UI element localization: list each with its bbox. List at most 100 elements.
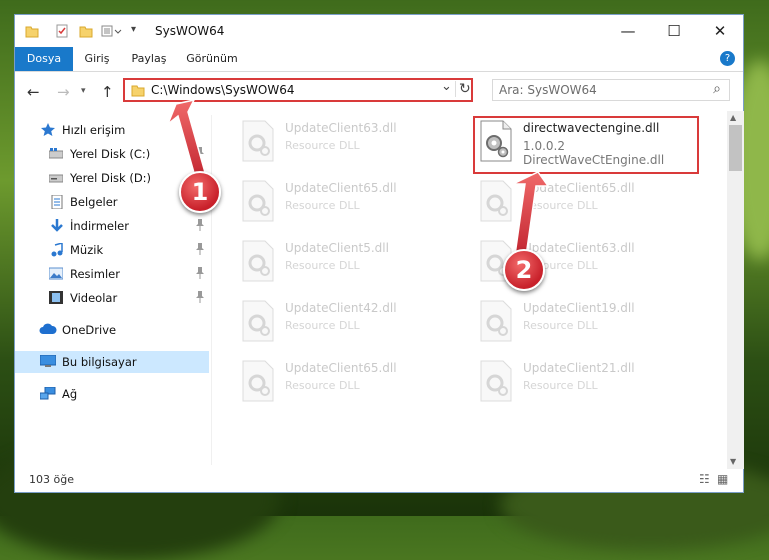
folder-icon — [25, 24, 39, 40]
file-name: UpdateClient65.dll — [285, 181, 397, 195]
highlight-box — [473, 116, 699, 174]
up-button[interactable]: ↑ — [101, 83, 114, 101]
dll-file-icon — [477, 299, 515, 343]
address-bar[interactable]: C:\Windows\SysWOW64 ⌄ ↻ — [123, 78, 473, 102]
close-button[interactable]: ✕ — [697, 15, 743, 47]
dll-file-icon — [239, 179, 277, 223]
ribbon-tabs: Dosya Giriş Paylaş Görünüm ? — [15, 47, 743, 72]
sidebar-item-network[interactable]: Ağ — [15, 383, 209, 405]
pin-icon — [195, 147, 205, 162]
file-item[interactable]: UpdateClient65.dll Resource DLL — [477, 179, 697, 229]
pin-icon — [195, 291, 205, 306]
recent-dropdown-icon[interactable]: ▾ — [81, 86, 86, 96]
window-title: SysWOW64 — [155, 24, 225, 38]
file-item[interactable]: UpdateClient19.dll Resource DLL — [477, 299, 697, 349]
file-type: Resource DLL — [285, 199, 360, 212]
sidebar-item-label: Belgeler — [70, 195, 118, 209]
videos-icon — [49, 291, 63, 304]
drive-icon — [48, 147, 64, 160]
search-box[interactable]: Ara: SysWOW64 ⌕ — [492, 79, 730, 101]
file-type: Resource DLL — [285, 319, 360, 332]
forward-button[interactable]: → — [57, 83, 70, 101]
file-name: UpdateClient63.dll — [523, 241, 635, 255]
sidebar-item-indirmeler[interactable]: İndirmeler — [15, 215, 209, 237]
minimize-button[interactable]: — — [605, 15, 651, 47]
sidebar-item-label: Yerel Disk (C:) — [70, 147, 151, 161]
sidebar-item-label: İndirmeler — [70, 219, 129, 233]
tab-dosya[interactable]: Dosya — [15, 47, 73, 71]
vertical-scrollbar[interactable]: ▲ ▼ — [727, 111, 744, 469]
tab-gorunum[interactable]: Görünüm — [177, 47, 247, 71]
sidebar-item-resimler[interactable]: Resimler — [15, 263, 209, 285]
file-type: Resource DLL — [285, 379, 360, 392]
maximize-button[interactable]: ☐ — [651, 15, 697, 47]
music-icon — [51, 242, 65, 257]
file-type: Resource DLL — [285, 139, 360, 152]
pane-divider[interactable] — [211, 115, 212, 465]
search-icon[interactable]: ⌕ — [713, 81, 721, 97]
sidebar-item-label: Hızlı erişim — [62, 123, 126, 137]
dll-file-icon — [239, 299, 277, 343]
dll-file-icon — [239, 359, 277, 403]
scroll-thumb[interactable] — [729, 125, 742, 171]
navigation-pane: Hızlı erişim Yerel Disk (C:) Yerel Disk … — [15, 115, 211, 465]
sidebar-item-muzik[interactable]: Müzik — [15, 239, 209, 261]
cloud-icon — [39, 323, 57, 336]
search-input[interactable]: Ara: SysWOW64 — [499, 83, 597, 97]
file-name: UpdateClient21.dll — [523, 361, 635, 375]
documents-icon — [51, 194, 65, 210]
computer-icon — [39, 354, 57, 368]
dll-file-icon — [239, 239, 277, 283]
title-bar: ▾ SysWOW64 — ☐ ✕ — [15, 15, 743, 47]
sidebar-item-label: Yerel Disk (D:) — [70, 171, 152, 185]
annotation-badge-2: 2 — [503, 249, 545, 291]
sidebar-item-onedrive[interactable]: OneDrive — [15, 319, 209, 341]
item-count: 103 öğe — [29, 473, 74, 486]
file-name: UpdateClient65.dll — [285, 361, 397, 375]
dll-file-icon — [477, 359, 515, 403]
pin-icon — [195, 219, 205, 234]
address-dropdown-button[interactable]: ⌄ — [441, 79, 452, 94]
large-icons-view-icon[interactable]: ▦ — [717, 472, 728, 486]
folder-icon — [131, 83, 145, 100]
pictures-icon — [48, 267, 64, 280]
sidebar-item-label: Resimler — [70, 267, 120, 281]
file-type: Resource DLL — [285, 259, 360, 272]
file-item[interactable]: UpdateClient5.dll Resource DLL — [239, 239, 459, 289]
new-folder-icon[interactable] — [79, 24, 93, 40]
qat-dropdown-icon[interactable]: ▾ — [131, 24, 136, 40]
sidebar-item-label: Videolar — [70, 291, 118, 305]
sidebar-item-quick-access[interactable]: Hızlı erişim — [15, 119, 209, 141]
sidebar-item-label: Ağ — [62, 387, 78, 401]
file-name: UpdateClient19.dll — [523, 301, 635, 315]
tab-paylas[interactable]: Paylaş — [121, 47, 177, 71]
network-icon — [39, 386, 56, 400]
properties-icon[interactable] — [55, 24, 69, 40]
file-name: UpdateClient63.dll — [285, 121, 397, 135]
file-item[interactable]: UpdateClient42.dll Resource DLL — [239, 299, 459, 349]
file-item[interactable]: UpdateClient21.dll Resource DLL — [477, 359, 697, 409]
details-view-icon[interactable]: ☷ — [699, 472, 710, 486]
pin-icon — [195, 267, 205, 282]
explorer-window: ▾ SysWOW64 — ☐ ✕ Dosya Giriş Paylaş Görü… — [14, 14, 744, 493]
sidebar-item-disk-c[interactable]: Yerel Disk (C:) — [15, 143, 209, 165]
star-icon — [41, 123, 55, 136]
pin-icon — [195, 243, 205, 258]
refresh-button[interactable]: ↻ — [455, 81, 471, 97]
sidebar-item-label: OneDrive — [62, 323, 117, 337]
download-icon — [51, 219, 65, 232]
customize-toolbar-icon[interactable] — [101, 24, 123, 40]
sidebar-item-videolar[interactable]: Videolar — [15, 287, 209, 309]
file-item[interactable]: UpdateClient65.dll Resource DLL — [239, 179, 459, 229]
help-icon[interactable]: ? — [720, 51, 735, 66]
sidebar-item-this-pc[interactable]: Bu bilgisayar — [15, 351, 209, 373]
back-button[interactable]: ← — [27, 83, 40, 101]
dll-file-icon — [477, 179, 515, 223]
scroll-up-arrow[interactable]: ▲ — [730, 113, 736, 122]
dll-file-icon — [239, 119, 277, 163]
file-item[interactable]: UpdateClient65.dll Resource DLL — [239, 359, 459, 409]
file-item[interactable]: UpdateClient63.dll Resource DLL — [239, 119, 459, 169]
tab-giris[interactable]: Giriş — [73, 47, 121, 71]
scroll-down-arrow[interactable]: ▼ — [730, 457, 736, 466]
address-path[interactable]: C:\Windows\SysWOW64 — [151, 83, 295, 97]
